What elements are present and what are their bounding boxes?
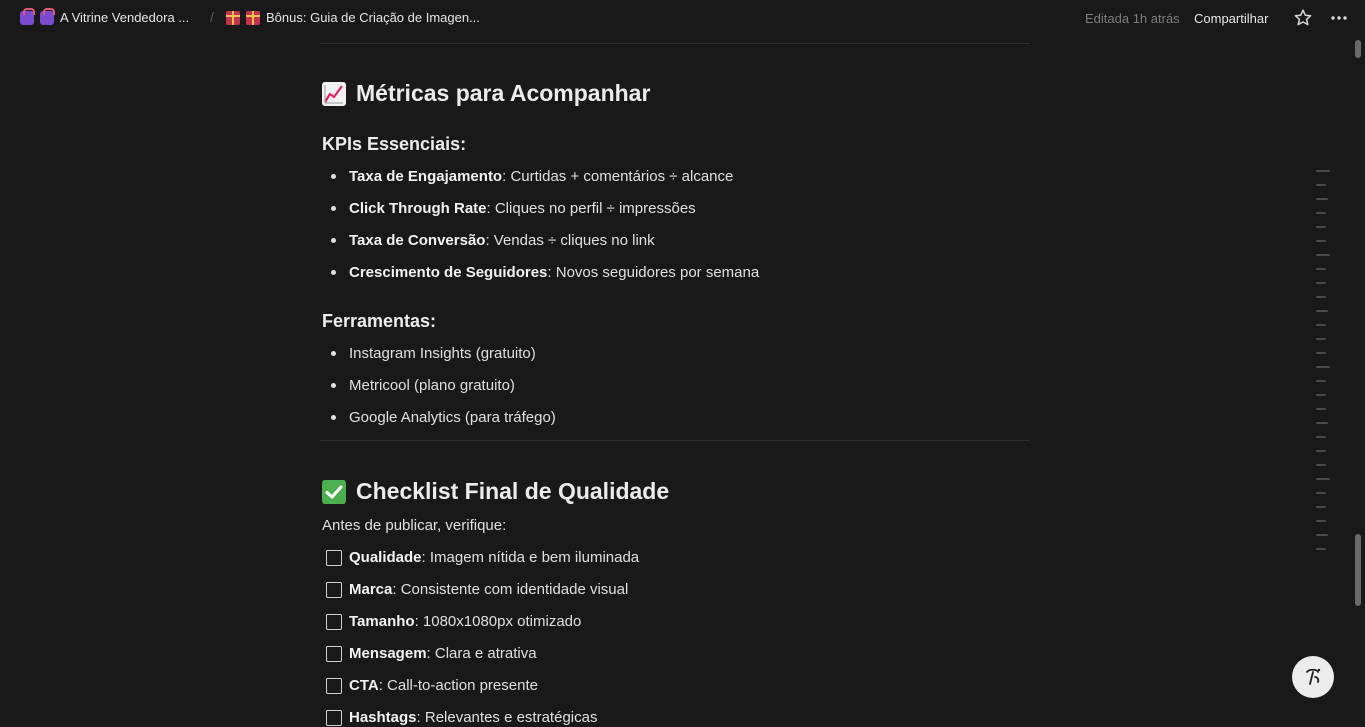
todo-checkbox[interactable] <box>326 613 342 630</box>
list-item: Google Analytics (para tráfego) <box>331 409 556 426</box>
todo-label: Tamanho <box>349 613 415 630</box>
todo-text: : 1080x1080px otimizado <box>414 613 582 630</box>
todo-item: Hashtags: Relevantes e estratégicas <box>326 709 597 726</box>
todo-text: : Imagem nítida e bem iluminada <box>421 549 640 566</box>
scrollbar-thumb-top[interactable] <box>1355 40 1361 58</box>
list-item: Metricool (plano gratuito) <box>331 377 515 394</box>
more-icon[interactable] <box>1329 8 1349 28</box>
metrics-heading: Métricas para Acompanhar <box>322 80 650 107</box>
todo-label: Qualidade <box>349 549 422 566</box>
todo-checkbox[interactable] <box>326 709 342 726</box>
todo-item: Marca: Consistente com identidade visual <box>326 581 628 598</box>
breadcrumb-current-label: Bônus: Guia de Criação de Imagen... <box>266 10 480 25</box>
table-of-contents[interactable] <box>1316 170 1332 562</box>
metrics-heading-text: Métricas para Acompanhar <box>356 80 651 106</box>
share-button[interactable]: Compartilhar <box>1194 11 1268 26</box>
check-mark-button-icon <box>322 479 346 504</box>
breadcrumb-parent-label: A Vitrine Vendedora ... <box>60 10 190 25</box>
star-icon[interactable] <box>1293 8 1313 28</box>
todo-checkbox[interactable] <box>326 677 342 694</box>
todo-text: : Relevantes e estratégicas <box>416 709 598 726</box>
checklist-intro: Antes de publicar, verifique: <box>322 517 507 534</box>
list-item-label: Click Through Rate <box>349 200 487 217</box>
todo-label: CTA <box>349 677 379 694</box>
checklist-heading: Checklist Final de Qualidade <box>322 478 669 505</box>
list-item-text: Metricool (plano gratuito) <box>349 377 515 394</box>
todo-checkbox[interactable] <box>326 645 342 662</box>
todo-text: : Clara e atrativa <box>426 645 537 662</box>
shopping-bags-icon <box>40 7 55 25</box>
help-icon[interactable] <box>1292 656 1334 698</box>
list-item: Crescimento de Seguidores: Novos seguido… <box>331 264 759 281</box>
todo-text: : Call-to-action presente <box>378 677 538 694</box>
list-item-text: Instagram Insights (gratuito) <box>349 345 536 362</box>
todo-checkbox[interactable] <box>326 549 342 566</box>
todo-checkbox[interactable] <box>326 581 342 598</box>
shopping-bags-icon <box>20 7 35 25</box>
todo-item: Mensagem: Clara e atrativa <box>326 645 537 662</box>
tools-heading: Ferramentas: <box>322 311 437 331</box>
list-item-label: Taxa de Engajamento <box>349 168 503 185</box>
chart-increasing-icon <box>322 81 346 106</box>
scrollbar[interactable] <box>1354 38 1363 727</box>
kpi-heading: KPIs Essenciais: <box>322 134 467 154</box>
divider <box>320 43 1030 44</box>
list-item: Instagram Insights (gratuito) <box>331 345 536 362</box>
list-item-text: : Cliques no perfil ÷ impressões <box>486 200 696 217</box>
todo-label: Mensagem <box>349 645 427 662</box>
last-edited-status: Editada 1h atrás <box>1085 11 1180 26</box>
list-item: Taxa de Conversão: Vendas ÷ cliques no l… <box>331 232 655 249</box>
divider <box>320 440 1030 441</box>
scrollbar-thumb[interactable] <box>1355 534 1361 606</box>
todo-item: CTA: Call-to-action presente <box>326 677 538 694</box>
list-item-text: : Vendas ÷ cliques no link <box>485 232 655 249</box>
todo-text: : Consistente com identidade visual <box>392 581 629 598</box>
todo-label: Marca <box>349 581 393 598</box>
todo-item: Tamanho: 1080x1080px otimizado <box>326 613 581 630</box>
list-item-text: : Curtidas + comentários ÷ alcance <box>502 168 734 185</box>
list-item-text: Google Analytics (para tráfego) <box>349 409 556 426</box>
breadcrumb-separator: / <box>210 9 214 25</box>
gift-icon <box>226 10 240 25</box>
list-item: Click Through Rate: Cliques no perfil ÷ … <box>331 200 696 217</box>
list-item-text: : Novos seguidores por semana <box>547 264 760 281</box>
checklist-heading-text: Checklist Final de Qualidade <box>356 478 670 504</box>
todo-item: Qualidade: Imagem nítida e bem iluminada <box>326 549 639 566</box>
breadcrumb-parent-page[interactable]: A Vitrine Vendedora ... <box>20 7 190 25</box>
breadcrumb-current-page[interactable]: Bônus: Guia de Criação de Imagen... <box>226 10 480 25</box>
top-bar: A Vitrine Vendedora ... / Bônus: Guia de… <box>0 0 1365 38</box>
gift-icon <box>246 10 260 25</box>
todo-label: Hashtags <box>349 709 417 726</box>
list-item-label: Crescimento de Seguidores <box>349 264 548 281</box>
list-item: Taxa de Engajamento: Curtidas + comentár… <box>331 168 733 185</box>
list-item-label: Taxa de Conversão <box>349 232 486 249</box>
